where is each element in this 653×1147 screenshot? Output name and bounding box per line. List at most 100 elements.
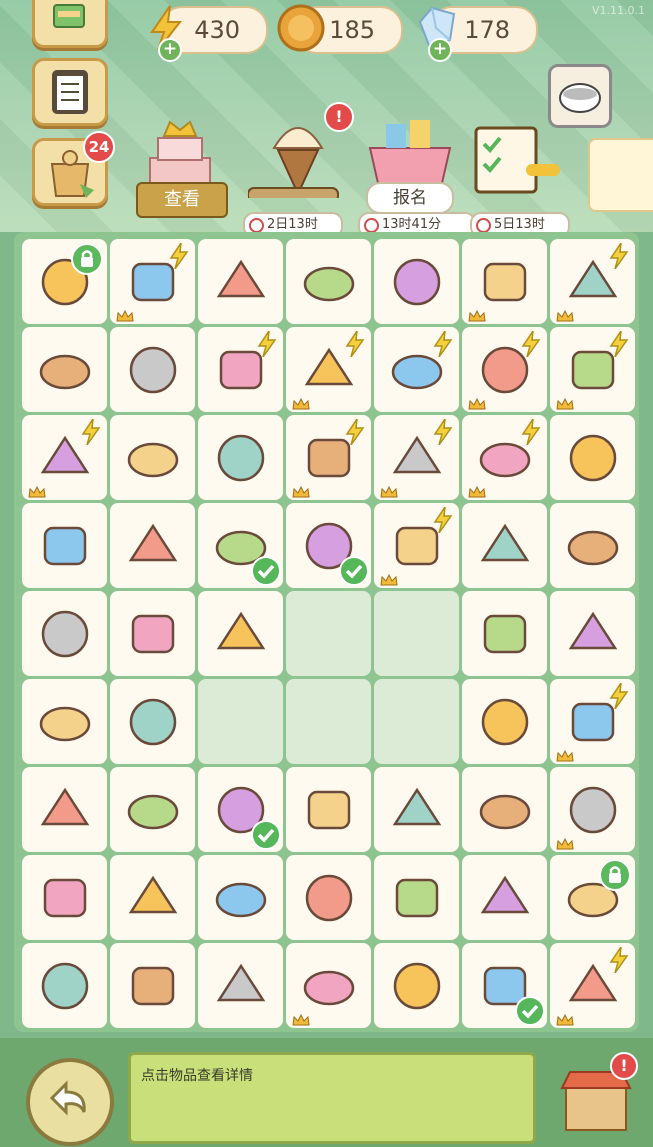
task-list-button[interactable] [32,58,108,126]
grid-item-squeegee[interactable] [462,767,547,852]
grid-item-lemon[interactable] [286,767,371,852]
grid-item-lavender[interactable] [462,503,547,588]
back-button[interactable] [26,1058,114,1146]
grid-item-gold-ticket[interactable] [110,239,195,324]
grid-item-potion[interactable] [22,415,107,500]
grid-item-shorts-yellow[interactable] [22,503,107,588]
grid-item-basket[interactable] [462,327,547,412]
blue-orb-icon [39,354,90,389]
grid-item-goggles[interactable] [286,855,371,940]
grid-item-iced-drink[interactable] [110,855,195,940]
grid-item-cream-tube[interactable] [198,855,283,940]
spray-icon [216,963,265,1001]
lightning-icon [521,331,541,357]
soap-icon [127,442,178,477]
grid-item-tiki-mug[interactable] [550,767,635,852]
empty-slot[interactable] [374,591,459,676]
grid-item-blue-soap[interactable] [110,503,195,588]
crown-icon [468,310,486,322]
grid-item-lotion[interactable] [110,679,195,764]
empty-slot[interactable] [286,679,371,764]
grid-item-tube[interactable] [22,591,107,676]
grid-item-sunscreen[interactable] [286,943,371,1028]
cake-event[interactable]: 查看 [130,108,230,238]
view-button[interactable]: 查看 [136,182,228,218]
grid-item-picnic-basket[interactable] [550,943,635,1028]
grid-item-towel-roll[interactable] [550,679,635,764]
watch-icon [41,962,88,1009]
soup-pot-icon [393,258,440,305]
grid-item-cocktail[interactable] [374,767,459,852]
grid-item-blue-orb[interactable] [22,327,107,412]
grid-item-towel-rolls[interactable] [286,503,371,588]
grid-item-pond[interactable] [374,943,459,1028]
grid-item-otter-ring[interactable] [198,767,283,852]
grid-item-spray[interactable] [198,943,283,1028]
squeegee-icon [479,794,530,829]
lightning-icon [433,331,453,357]
cream-tube-icon [215,882,266,917]
grid-item-swim-ring[interactable] [198,591,283,676]
grid-item-blue-card[interactable] [198,415,283,500]
grid-item-mint-leaf[interactable] [110,767,195,852]
grid-item-keychain[interactable] [22,679,107,764]
grid-item-gift-box[interactable] [462,415,547,500]
shop-button[interactable]: ! [556,1052,638,1138]
check-icon [339,556,369,586]
crown-icon [556,838,574,850]
grid-item-sea-otter[interactable] [110,943,195,1028]
grid-item-fish-box[interactable] [286,415,371,500]
grid-item-treasure-chest[interactable] [198,327,283,412]
grid-item-flower-pot[interactable] [374,415,459,500]
fish-bucket-icon [395,878,438,917]
grid-item-pufferfish[interactable] [550,855,635,940]
grid-item-hose[interactable] [462,591,547,676]
crown-icon [468,486,486,498]
crown-icon [556,398,574,410]
grid-item-color-sheets[interactable] [550,503,635,588]
add-gem-button[interactable]: + [428,38,452,62]
grid-item-towel-rolls[interactable] [374,503,459,588]
grid-item-paper-stack[interactable] [198,503,283,588]
grid-item-bikini[interactable] [110,591,195,676]
bikini-icon [131,614,174,653]
gold-card-icon [216,259,265,297]
side-note-panel[interactable] [588,138,653,212]
empty-slot[interactable] [198,679,283,764]
grid-item-gold-ticket[interactable] [550,239,635,324]
grid-item-hotpot[interactable] [286,239,371,324]
grid-item-green-bag[interactable] [550,327,635,412]
grid-item-bottles-set[interactable] [286,327,371,412]
empty-slot[interactable] [374,679,459,764]
brush-tool-button[interactable] [32,0,108,48]
clipboard-icon [52,70,88,114]
grid-item-chopsticks[interactable] [462,239,547,324]
grid-item-soup-pot[interactable] [374,239,459,324]
grid-item-scissors[interactable] [22,855,107,940]
gift-pack-button[interactable]: 24 [32,131,115,206]
grid-item-shaker[interactable] [22,767,107,852]
register-button[interactable]: 报名 [366,182,454,214]
grid-item-coin-200[interactable] [462,855,547,940]
energy-counter[interactable]: + 430 [150,5,268,62]
lightning-icon [169,243,189,269]
grid-item-watch[interactable] [22,943,107,1028]
grid-item-blue-card[interactable] [550,591,635,676]
grid-item-shorts-pink[interactable] [550,415,635,500]
empty-slot[interactable] [286,591,371,676]
grid-item-paper-ball[interactable] [110,327,195,412]
grid-item-bear-gummy[interactable] [462,679,547,764]
add-energy-button[interactable]: + [158,38,182,62]
grid-item-fish-bucket[interactable] [374,855,459,940]
grid-item-soap[interactable] [110,415,195,500]
bear-gummy-icon [481,698,528,745]
gem-counter[interactable]: + 178 [418,6,538,62]
lightning-icon [81,419,101,445]
grid-item-towel-roll[interactable] [374,327,459,412]
crown-icon [556,310,574,322]
grid-item-gold-card[interactable] [198,239,283,324]
coin-counter[interactable]: 185 [277,4,403,54]
lightning-icon [521,419,541,445]
grid-item-beach-ball[interactable] [462,943,547,1028]
grid-item-leaf-wrap[interactable] [22,239,107,324]
